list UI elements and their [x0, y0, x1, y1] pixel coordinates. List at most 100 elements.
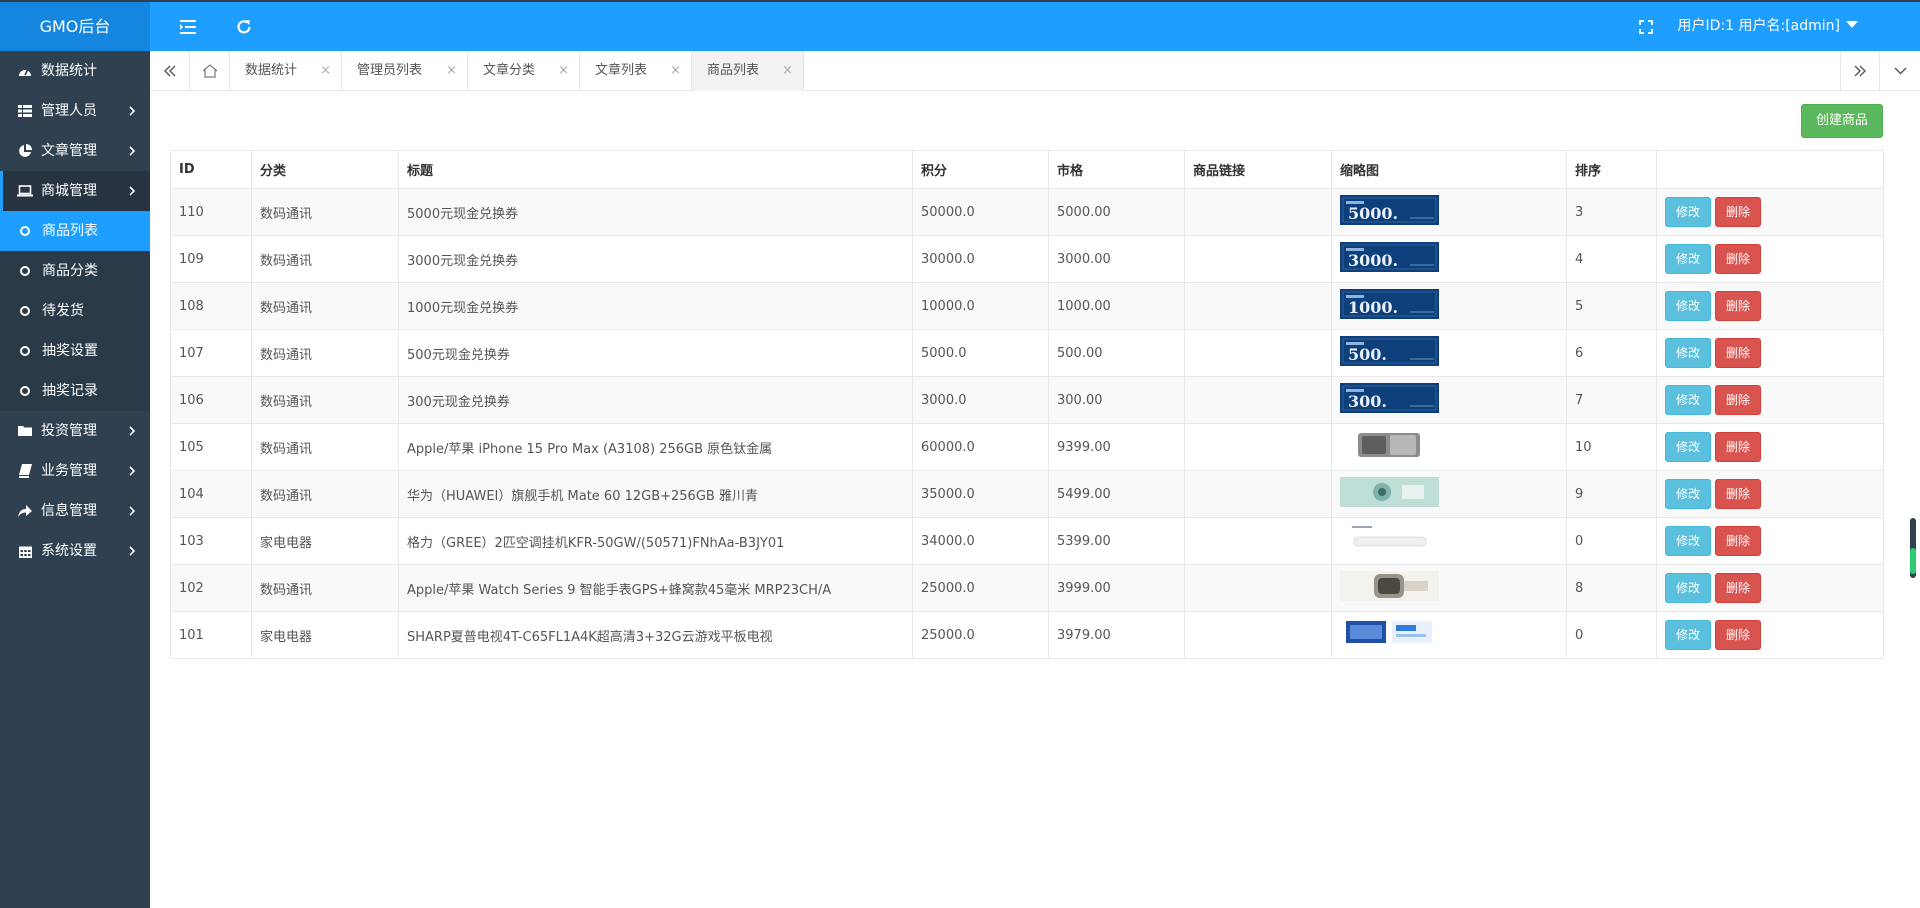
cell-category: 数码通讯	[251, 376, 399, 424]
sidebar-subitem-label: 商品分类	[42, 263, 98, 279]
cell-actions: 修改 删除	[1656, 329, 1884, 377]
cell-sort: 9	[1566, 470, 1657, 518]
close-icon[interactable]: ×	[558, 51, 569, 91]
product-thumbnail[interactable]: 5000.	[1340, 195, 1439, 225]
sidebar-item-messages[interactable]: 信息管理	[0, 491, 150, 531]
close-icon[interactable]: ×	[320, 51, 331, 91]
delete-button[interactable]: 删除	[1715, 197, 1761, 227]
close-icon[interactable]: ×	[782, 51, 793, 91]
column-header-id[interactable]: ID	[170, 150, 252, 189]
cell-link	[1184, 376, 1332, 424]
product-thumbnail[interactable]: 300.	[1340, 383, 1439, 413]
cell-category: 数码通讯	[251, 564, 399, 612]
edit-button[interactable]: 修改	[1665, 432, 1711, 462]
sidebar-subitem-lottery-records[interactable]: 抽奖记录	[0, 371, 150, 411]
cell-price: 300.00	[1048, 376, 1185, 424]
column-header-price[interactable]: 市格	[1048, 150, 1185, 189]
product-thumbnail[interactable]	[1340, 524, 1439, 554]
cell-category: 家电电器	[251, 517, 399, 565]
user-info-text: 用户ID:1 用户名:[admin]	[1677, 18, 1841, 34]
cell-title: Apple/苹果 Watch Series 9 智能手表GPS+蜂窝款45毫米 …	[398, 564, 913, 612]
chevron-right-icon	[129, 491, 136, 531]
sidebar-subitem-product-list[interactable]: 商品列表	[0, 211, 150, 251]
close-icon[interactable]: ×	[670, 51, 681, 91]
cell-thumbnail	[1331, 470, 1567, 518]
delete-button[interactable]: 删除	[1715, 620, 1761, 650]
delete-button[interactable]: 删除	[1715, 432, 1761, 462]
refresh-icon[interactable]	[224, 2, 264, 51]
edit-button[interactable]: 修改	[1665, 620, 1711, 650]
sidebar-item-data-stats[interactable]: 数据统计	[0, 51, 150, 91]
delete-button[interactable]: 删除	[1715, 385, 1761, 415]
sidebar-item-articles[interactable]: 文章管理	[0, 131, 150, 171]
sidebar-item-business[interactable]: 业务管理	[0, 451, 150, 491]
cell-title: SHARP夏普电视4T-C65FL1A4K超高清3+32G云游戏平板电视	[398, 611, 913, 659]
column-header-category[interactable]: 分类	[251, 150, 399, 189]
sidebar-item-admins[interactable]: 管理人员	[0, 91, 150, 131]
cell-category: 数码通讯	[251, 235, 399, 283]
delete-button[interactable]: 删除	[1715, 244, 1761, 274]
edit-button[interactable]: 修改	[1665, 197, 1711, 227]
sidebar-item-label: 商城管理	[41, 183, 97, 199]
product-thumbnail[interactable]	[1340, 618, 1439, 648]
column-header-title[interactable]: 标题	[398, 150, 913, 189]
fullscreen-icon[interactable]	[1626, 2, 1666, 51]
menu-collapse-icon[interactable]	[168, 2, 208, 51]
product-thumbnail[interactable]	[1340, 430, 1439, 460]
delete-button[interactable]: 删除	[1715, 573, 1761, 603]
pie-chart-icon	[17, 131, 33, 171]
sidebar-item-system-settings[interactable]: 系统设置	[0, 531, 150, 571]
home-icon[interactable]	[190, 51, 230, 91]
close-icon[interactable]: ×	[446, 51, 457, 91]
caret-down-icon	[1846, 21, 1858, 28]
chevron-down-icon[interactable]	[1880, 51, 1920, 91]
sidebar-item-mall[interactable]: 商城管理	[0, 171, 150, 211]
cell-points: 25000.0	[912, 564, 1049, 612]
delete-button[interactable]: 删除	[1715, 479, 1761, 509]
product-thumbnail[interactable]: 1000.	[1340, 289, 1439, 319]
edit-button[interactable]: 修改	[1665, 573, 1711, 603]
double-chevron-left-icon[interactable]	[150, 51, 190, 91]
cell-thumbnail	[1331, 611, 1567, 659]
column-header-sort[interactable]: 排序	[1566, 150, 1657, 189]
edit-button[interactable]: 修改	[1665, 479, 1711, 509]
sidebar-item-investment[interactable]: 投资管理	[0, 411, 150, 451]
create-product-button[interactable]: 创建商品	[1801, 104, 1883, 138]
laptop-icon	[17, 171, 33, 211]
table-row: 106 数码通讯 300元现金兑换券 3000.0 300.00 300. 7 修改 删除	[170, 376, 1884, 424]
delete-button[interactable]: 删除	[1715, 338, 1761, 368]
edit-button[interactable]: 修改	[1665, 244, 1711, 274]
cell-thumbnail	[1331, 423, 1567, 471]
scroll-indicator-thumb[interactable]	[1910, 548, 1916, 574]
edit-button[interactable]: 修改	[1665, 526, 1711, 556]
user-menu[interactable]: 用户ID:1 用户名:[admin]	[1677, 2, 1858, 51]
cell-points: 50000.0	[912, 188, 1049, 236]
tab-admin-list[interactable]: 管理员列表 ×	[342, 51, 468, 91]
sidebar-subitem-lottery-settings[interactable]: 抽奖设置	[0, 331, 150, 371]
column-header-thumbnail[interactable]: 缩略图	[1331, 150, 1567, 189]
sidebar-item-label: 投资管理	[41, 423, 97, 439]
edit-button[interactable]: 修改	[1665, 338, 1711, 368]
column-header-link[interactable]: 商品链接	[1184, 150, 1332, 189]
sidebar-subitem-pending-shipment[interactable]: 待发货	[0, 291, 150, 331]
product-thumbnail[interactable]	[1340, 477, 1439, 507]
cell-actions: 修改 删除	[1656, 282, 1884, 330]
cell-link	[1184, 282, 1332, 330]
cell-title: Apple/苹果 iPhone 15 Pro Max (A3108) 256GB…	[398, 423, 913, 471]
edit-button[interactable]: 修改	[1665, 291, 1711, 321]
tab-article-list[interactable]: 文章列表 ×	[580, 51, 692, 91]
table-header-row: ID 分类 标题 积分 市格 商品链接 缩略图 排序	[170, 150, 1884, 189]
product-thumbnail[interactable]: 3000.	[1340, 242, 1439, 272]
column-header-points[interactable]: 积分	[912, 150, 1049, 189]
product-thumbnail[interactable]	[1340, 571, 1439, 601]
sidebar-subitem-product-category[interactable]: 商品分类	[0, 251, 150, 291]
tab-article-category[interactable]: 文章分类 ×	[468, 51, 580, 91]
delete-button[interactable]: 删除	[1715, 526, 1761, 556]
edit-button[interactable]: 修改	[1665, 385, 1711, 415]
double-chevron-right-icon[interactable]	[1840, 51, 1880, 91]
delete-button[interactable]: 删除	[1715, 291, 1761, 321]
sidebar: 数据统计 管理人员 文章管理 商城管理 商品列表 商品分类 待发货 抽奖设置 抽…	[0, 51, 150, 908]
tab-data-stats[interactable]: 数据统计 ×	[230, 51, 342, 91]
tab-product-list[interactable]: 商品列表 ×	[692, 51, 804, 91]
product-thumbnail[interactable]: 500.	[1340, 336, 1439, 366]
